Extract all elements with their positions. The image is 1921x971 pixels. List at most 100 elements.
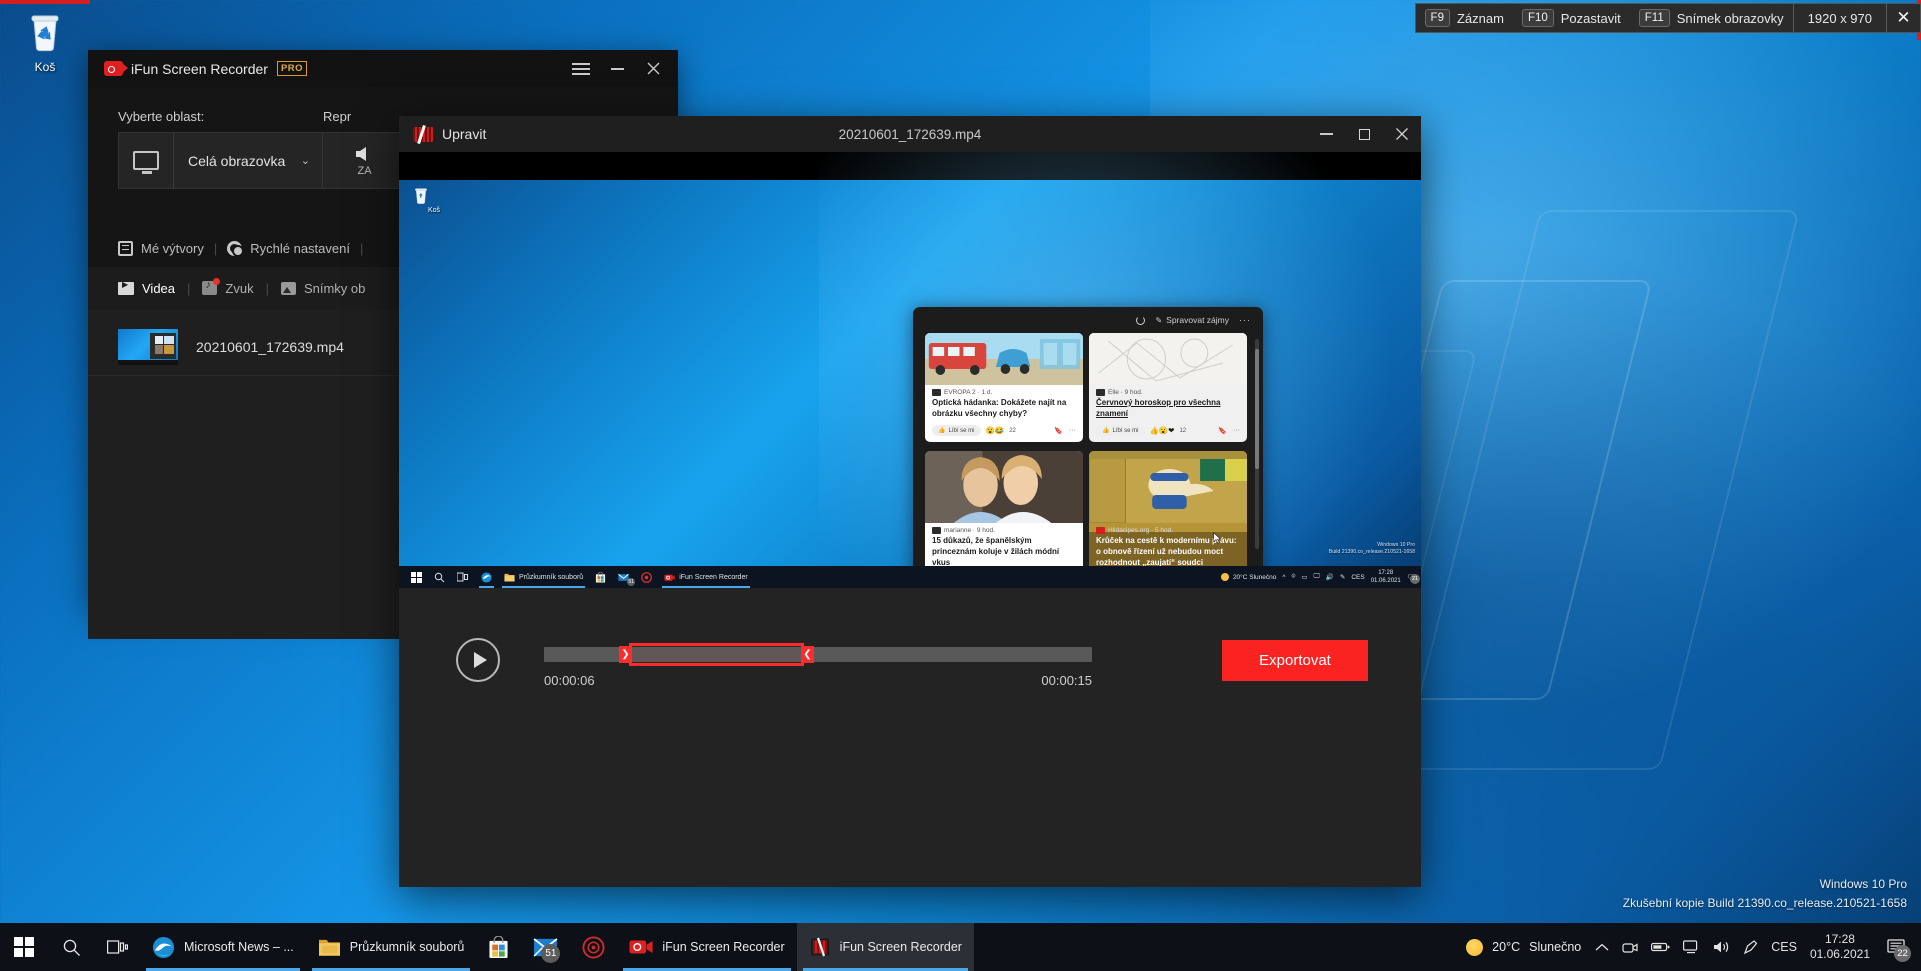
windows-taskbar: Microsoft News – ... Průzkumník souborů … (0, 923, 1921, 971)
preview-clock-time: 17:28 (1378, 570, 1394, 576)
music-icon (202, 278, 221, 295)
link-my-works[interactable]: Mé výtvory (118, 240, 204, 256)
preview-taskbar-item-store[interactable] (589, 566, 612, 588)
desktop-icon-recycle-bin[interactable]: Koš (8, 10, 82, 75)
maximize-icon[interactable] (1345, 116, 1383, 152)
preview-task-view-icon[interactable] (451, 566, 475, 588)
preview-clock[interactable]: 17:28 01.06.2021 (1371, 569, 1401, 585)
like-button[interactable]: 👍 Líbí se mi (932, 425, 981, 436)
reaction-emojis: 👍😮❤ (1149, 426, 1175, 435)
volume-icon[interactable] (1713, 940, 1730, 954)
camera-icon[interactable] (1622, 940, 1638, 955)
trim-selection[interactable]: ❯ ❮ (619, 643, 814, 666)
taskbar-item-ifun-editor[interactable]: iFun Screen Recorder (796, 923, 974, 971)
preview-language[interactable]: CES (1351, 574, 1364, 581)
windows-watermark: Windows 10 Pro Zkušební kopie Build 2139… (1623, 875, 1907, 913)
taskbar-item-mail[interactable]: 51 (521, 923, 570, 971)
manage-interests-button[interactable]: ✎ Spravovat zájmy (1155, 315, 1229, 325)
camera-icon[interactable]: ⌾ (1291, 573, 1295, 581)
link-quick-settings[interactable]: Rychlé nastavení (227, 240, 350, 257)
pen-icon[interactable] (1743, 939, 1758, 955)
news-source-badge (1096, 527, 1105, 534)
area-select-dropdown[interactable]: Celá obrazovka ⌄ (118, 132, 323, 189)
trim-handle-right[interactable]: ❮ (801, 646, 814, 663)
speaker-toggle[interactable]: ZA (323, 132, 407, 189)
taskbar-item-file-explorer[interactable]: Průzkumník souborů (306, 923, 477, 971)
preview-search-icon[interactable] (428, 566, 451, 588)
hamburger-icon[interactable] (564, 54, 598, 84)
pencil-icon: ✎ (1155, 315, 1163, 325)
preview-taskbar-item-ifun[interactable]: iFun Screen Recorder (658, 566, 753, 588)
taskbar-tray: 20°C Slunečno CES 17:28 01.06.2021 22 (1466, 932, 1921, 962)
wallpaper-band-2 (1400, 210, 1800, 770)
preview-taskbar-item-edge[interactable] (475, 566, 498, 588)
notification-center-button[interactable]: 22 (1883, 934, 1911, 962)
news-card[interactable]: EVROPA 2 · 1 d. Optická hádanka: Dokážet… (925, 333, 1083, 442)
taskbar-item-store[interactable] (476, 923, 521, 971)
news-card-right-actions: 🔖 ··· (1218, 427, 1240, 435)
more-dots-icon[interactable]: ··· (1239, 315, 1251, 325)
taskbar-item-antivirus[interactable] (570, 923, 617, 971)
hotkey-pause[interactable]: F10 Pozastavit (1513, 4, 1630, 32)
export-button[interactable]: Exportovat (1222, 640, 1368, 681)
preview-taskbar-item-explorer[interactable]: Průzkumník souborů (498, 566, 589, 588)
hotkey-screenshot[interactable]: F11 Snímek obrazovky (1630, 4, 1793, 32)
ifun-icon (664, 574, 675, 581)
close-icon[interactable] (1383, 116, 1421, 152)
like-button[interactable]: 👍 Líbí se mi (1096, 425, 1145, 436)
recording-hotkey-bar[interactable]: F9 Záznam F10 Pozastavit F11 Snímek obra… (1414, 3, 1921, 33)
ifun-title-bar[interactable]: iFun Screen Recorder PRO (88, 50, 678, 87)
preview-windows-edition: Windows 10 Pro (1377, 542, 1415, 548)
close-icon[interactable] (636, 54, 670, 84)
video-preview[interactable]: Koš ✎ Spravovat zájmy ··· EVROPA 2 · 1 d… (399, 152, 1421, 588)
taskbar-item-ifun-recorder[interactable]: iFun Screen Recorder (617, 923, 796, 971)
news-scrollbar-thumb[interactable] (1255, 349, 1259, 469)
editor-title-bar[interactable]: Upravit 20210601_172639.mp4 (399, 116, 1421, 152)
hotkey-record[interactable]: F9 Záznam (1416, 4, 1513, 32)
news-scrollbar[interactable] (1255, 339, 1259, 549)
bookmark-icon[interactable]: 🔖 (1218, 427, 1227, 435)
pen-icon[interactable]: ✎ (1340, 573, 1345, 581)
battery-icon[interactable]: ▭ (1301, 573, 1307, 581)
refresh-icon[interactable] (1136, 315, 1146, 325)
separator: | (213, 240, 218, 256)
news-flyout-header: ✎ Spravovat zájmy ··· (913, 307, 1263, 333)
tab-screenshots[interactable]: Snímky ob (280, 281, 365, 296)
news-card-image (925, 333, 1083, 385)
chevron-up-icon[interactable]: ^ (1282, 574, 1285, 581)
bookmark-icon[interactable]: 🔖 (1054, 427, 1063, 435)
clock[interactable]: 17:28 01.06.2021 (1810, 932, 1870, 962)
start-button[interactable] (0, 923, 48, 971)
preview-taskbar-item-mail[interactable]: 51 (612, 566, 636, 588)
preview-notification-center[interactable]: 🗨 21 (1407, 573, 1420, 584)
play-button[interactable] (456, 638, 500, 682)
tab-videos[interactable]: Videa (118, 280, 175, 296)
more-dots-icon[interactable]: ··· (1069, 427, 1076, 435)
tab-audio[interactable]: Zvuk (202, 278, 254, 296)
weather-widget[interactable]: 20°C Slunečno (1466, 938, 1581, 956)
search-button[interactable] (48, 923, 94, 971)
speaker-icon (355, 146, 366, 161)
taskbar-item-edge[interactable]: Microsoft News – ... (140, 923, 306, 971)
preview-start-button[interactable] (405, 566, 428, 588)
minimize-icon[interactable] (600, 54, 634, 84)
network-icon[interactable]: 🖵 (1314, 573, 1320, 581)
trim-handle-left[interactable]: ❯ (619, 646, 632, 663)
preview-weather[interactable]: 20°C Slunečno (1220, 573, 1276, 581)
close-icon[interactable]: ✕ (1886, 4, 1920, 32)
preview-recycle-bin-label: Koš (427, 207, 441, 214)
minimize-icon[interactable] (1307, 116, 1345, 152)
area-label: Vyberte oblast: (118, 109, 205, 124)
task-view-button[interactable] (94, 923, 140, 971)
volume-icon[interactable]: 🔊 (1326, 573, 1334, 581)
network-icon[interactable] (1683, 940, 1700, 954)
battery-icon[interactable] (1651, 941, 1670, 953)
news-flyout[interactable]: ✎ Spravovat zájmy ··· EVROPA 2 · 1 d. Op… (913, 307, 1263, 588)
language-indicator[interactable]: CES (1771, 940, 1797, 954)
preview-taskbar-item-antivirus[interactable] (635, 566, 658, 588)
timeline-track[interactable]: ❯ ❮ (544, 643, 1092, 666)
hotkey-record-label: Záznam (1456, 10, 1504, 26)
more-dots-icon[interactable]: ··· (1233, 427, 1240, 435)
news-card[interactable]: Elle · 9 hod. Červnový horoskop pro všec… (1089, 333, 1247, 442)
chevron-up-icon[interactable] (1595, 943, 1609, 952)
